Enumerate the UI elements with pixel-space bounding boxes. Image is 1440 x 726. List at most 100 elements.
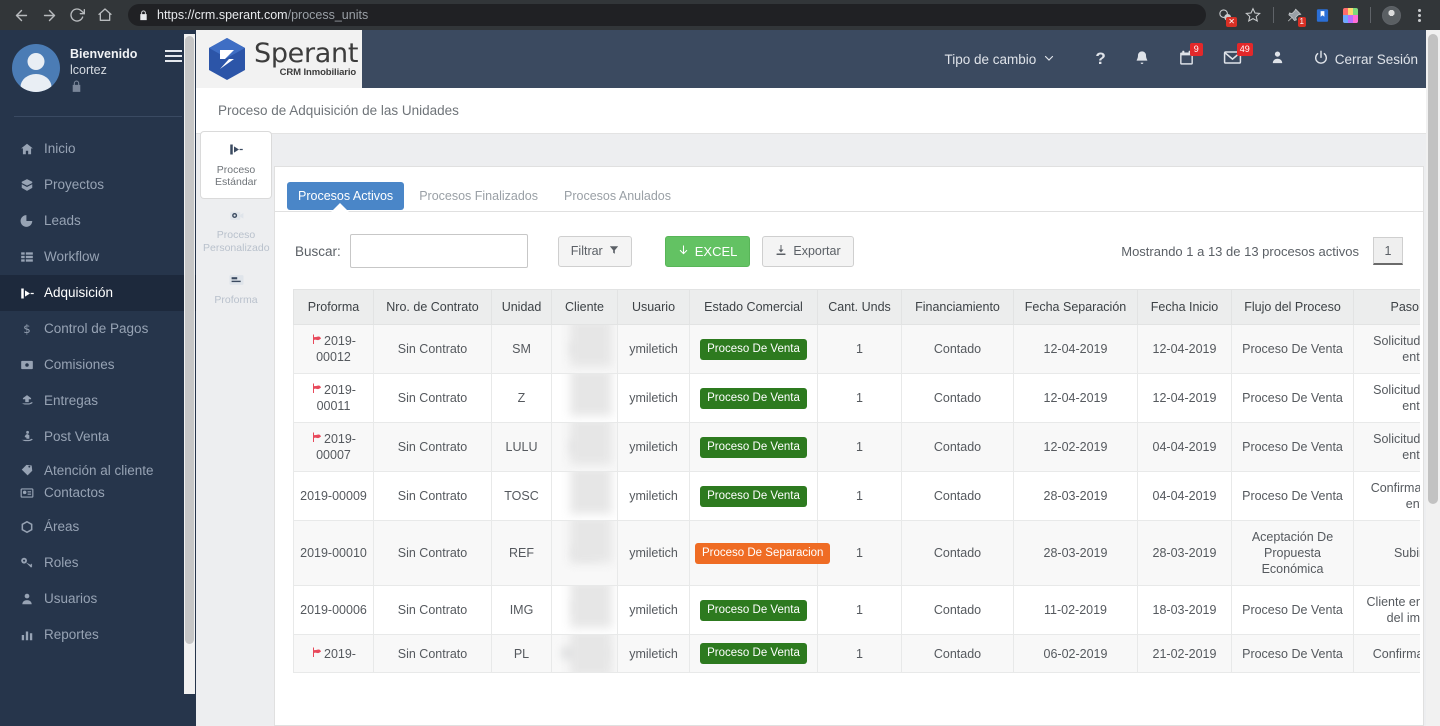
process-status-tabs: Procesos Activos Procesos Finalizados Pr… xyxy=(275,167,1423,213)
cell-proforma: 2019- xyxy=(293,634,374,673)
status-badge: Proceso De Venta xyxy=(700,387,807,409)
processes-table-container: Proforma Nro. de Contrato Unidad Cliente… xyxy=(293,289,1420,673)
cell-fecha-separacion: 11-02-2019 xyxy=(1013,585,1138,635)
account-button[interactable] xyxy=(1256,30,1299,88)
col-header-fecha-inicio[interactable]: Fecha Inicio xyxy=(1137,289,1232,325)
table-row[interactable]: 2019-00009 Sin ContratoTOSCSymiletich Proc… xyxy=(293,471,1420,521)
translate-extension-icon[interactable]: ✕ xyxy=(1212,2,1238,28)
sidebar-item-label: Entregas xyxy=(44,393,99,408)
bookmark-star-icon[interactable] xyxy=(1240,2,1266,28)
sidebar-item-label: Contactos xyxy=(44,485,105,500)
profile-avatar[interactable] xyxy=(1378,2,1404,28)
col-header-financiamiento[interactable]: Financiamiento xyxy=(901,289,1014,325)
page-number-button[interactable]: 1 xyxy=(1373,237,1403,265)
vtab-proceso-estandar[interactable]: Proceso Estándar xyxy=(201,132,271,198)
chevron-down-icon xyxy=(1043,52,1055,67)
hamburger-icon[interactable] xyxy=(165,50,182,62)
table-row[interactable]: 2019- Sin ContratoPLROZASymiletich Proceso… xyxy=(293,634,1420,673)
col-header-proforma[interactable]: Proforma xyxy=(293,289,374,325)
forward-arrow-icon[interactable] xyxy=(36,2,62,28)
sidebar-item-adquisicion[interactable]: Adquisición xyxy=(0,275,196,311)
brand-logo[interactable]: Sperant CRM Inmobiliario xyxy=(196,30,362,88)
reload-icon[interactable] xyxy=(64,2,90,28)
cell-cliente: UTO xyxy=(551,324,618,374)
col-header-cant-unds[interactable]: Cant. Unds xyxy=(817,289,902,325)
exchange-rate-dropdown[interactable]: Tipo de cambio xyxy=(931,30,1082,88)
col-header-fecha-separacion[interactable]: Fecha Separación xyxy=(1013,289,1138,325)
excel-button[interactable]: EXCEL xyxy=(664,235,751,267)
help-button[interactable]: ? xyxy=(1081,30,1119,88)
sidebar-item-control-de-pagos[interactable]: $ Control de Pagos xyxy=(0,311,196,347)
chrome-menu-icon[interactable] xyxy=(1406,2,1432,28)
sidebar-item-atencion-al-cliente[interactable]: Atención al cliente xyxy=(0,455,196,480)
sidebar-item-roles[interactable]: Roles xyxy=(0,545,196,581)
color-grid-extension-icon[interactable] xyxy=(1337,2,1363,28)
table-row[interactable]: 2019-00011 Sin Contrato Z ymiletich Proceso… xyxy=(293,373,1420,423)
vtab-proceso-personalizado[interactable]: Proceso Personalizado xyxy=(201,198,271,264)
sidebar-item-post-venta[interactable]: Post Venta xyxy=(0,419,196,455)
cell-nro-contrato: Sin Contrato xyxy=(373,373,492,423)
tab-procesos-finalizados[interactable]: Procesos Finalizados xyxy=(408,182,549,210)
cell-financiamiento: Contado xyxy=(901,373,1014,423)
page-number-label: 1 xyxy=(1384,243,1392,258)
messages-button[interactable]: 49 xyxy=(1209,30,1256,88)
table-row[interactable]: 2019-00007Sin ContratoLULUDI inymiletich… xyxy=(293,422,1420,472)
table-header-row: Proforma Nro. de Contrato Unidad Cliente… xyxy=(293,289,1420,325)
sidebar-item-workflow[interactable]: Workflow xyxy=(0,239,196,275)
cell-paso-actual: Solicitud Creación entorno xyxy=(1353,373,1420,423)
cell-unidad: IMG xyxy=(491,585,552,635)
sidebar-item-inicio[interactable]: Inicio xyxy=(0,131,196,167)
vtab-label: Proceso Estándar xyxy=(214,163,258,189)
extension-count-badge: 1 xyxy=(1297,17,1306,27)
table-row[interactable]: 2019-00012Sin ContratoSMUTOymiletich Proc… xyxy=(293,324,1420,374)
pin-extension-icon[interactable]: 1 xyxy=(1281,2,1307,28)
cell-proforma: 2019-00007 xyxy=(293,422,374,472)
sidebar-item-reportes[interactable]: Reportes xyxy=(0,617,196,653)
cell-estado-comercial: Proceso De Venta xyxy=(689,471,818,521)
key-icon xyxy=(20,556,42,570)
vtab-proforma[interactable]: Proforma xyxy=(201,263,271,315)
col-header-cliente[interactable]: Cliente xyxy=(551,289,618,325)
sidebar-item-contactos[interactable]: Contactos xyxy=(0,480,196,509)
sidebar-item-areas[interactable]: Áreas xyxy=(0,509,196,545)
calendar-button[interactable]: 9 xyxy=(1164,30,1209,88)
inbox-arrow-icon xyxy=(203,142,269,160)
sidebar-scrollbar[interactable] xyxy=(184,34,195,694)
notifications-button[interactable] xyxy=(1120,30,1164,88)
table-row[interactable]: 2019-00010 Sin ContratoREFA OymiletichPro… xyxy=(293,520,1420,586)
home-icon[interactable] xyxy=(92,2,118,28)
back-arrow-icon[interactable] xyxy=(8,2,34,28)
sidebar-item-label: Leads xyxy=(44,213,81,228)
sidebar-item-comisiones[interactable]: Comisiones xyxy=(0,347,196,383)
cell-paso-actual: Solicitud Creación entorno xyxy=(1353,422,1420,472)
cell-fecha-inicio: 21-02-2019 xyxy=(1137,634,1232,673)
filter-button[interactable]: Filtrar xyxy=(557,235,632,267)
bookmarks-extension-icon[interactable] xyxy=(1309,2,1335,28)
sidebar-scrollbar-thumb[interactable] xyxy=(185,36,194,644)
search-input[interactable] xyxy=(349,234,528,268)
page-scrollbar[interactable] xyxy=(1426,30,1440,726)
tab-procesos-anulados[interactable]: Procesos Anulados xyxy=(553,182,682,210)
col-header-estado-comercial[interactable]: Estado Comercial xyxy=(689,289,818,325)
sidebar-item-proyectos[interactable]: Proyectos xyxy=(0,167,196,203)
page-scrollbar-thumb[interactable] xyxy=(1428,34,1438,504)
sidebar-item-usuarios[interactable]: Usuarios xyxy=(0,581,196,617)
flag-icon xyxy=(311,647,323,661)
cell-fecha-inicio: 04-04-2019 xyxy=(1137,422,1232,472)
col-header-unidad[interactable]: Unidad xyxy=(491,289,552,325)
col-header-flujo-proceso[interactable]: Flujo del Proceso xyxy=(1231,289,1354,325)
sidebar-item-entregas[interactable]: Entregas xyxy=(0,383,196,419)
logout-button[interactable]: Cerrar Sesión xyxy=(1299,30,1418,88)
cell-paso-actual: Cliente env informac del implantac xyxy=(1353,585,1420,635)
col-header-usuario[interactable]: Usuario xyxy=(617,289,690,325)
table-row[interactable]: 2019-00006 Sin ContratoIMGT Eymiletich Pro… xyxy=(293,585,1420,635)
col-header-paso-actual[interactable]: Paso Actual xyxy=(1353,289,1420,325)
process-type-tabs: Proceso Estándar Proceso Personalizado P… xyxy=(201,132,271,315)
cell-fecha-inicio: 12-04-2019 xyxy=(1137,324,1232,374)
sidebar-item-leads[interactable]: Leads xyxy=(0,203,196,239)
dollar-icon: $ xyxy=(20,322,42,336)
export-button[interactable]: Exportar xyxy=(762,235,854,267)
cell-cant-unds: 1 xyxy=(817,422,902,472)
col-header-nro-contrato[interactable]: Nro. de Contrato xyxy=(373,289,492,325)
address-bar[interactable]: https://crm.sperant.com/process_units xyxy=(128,4,1206,26)
